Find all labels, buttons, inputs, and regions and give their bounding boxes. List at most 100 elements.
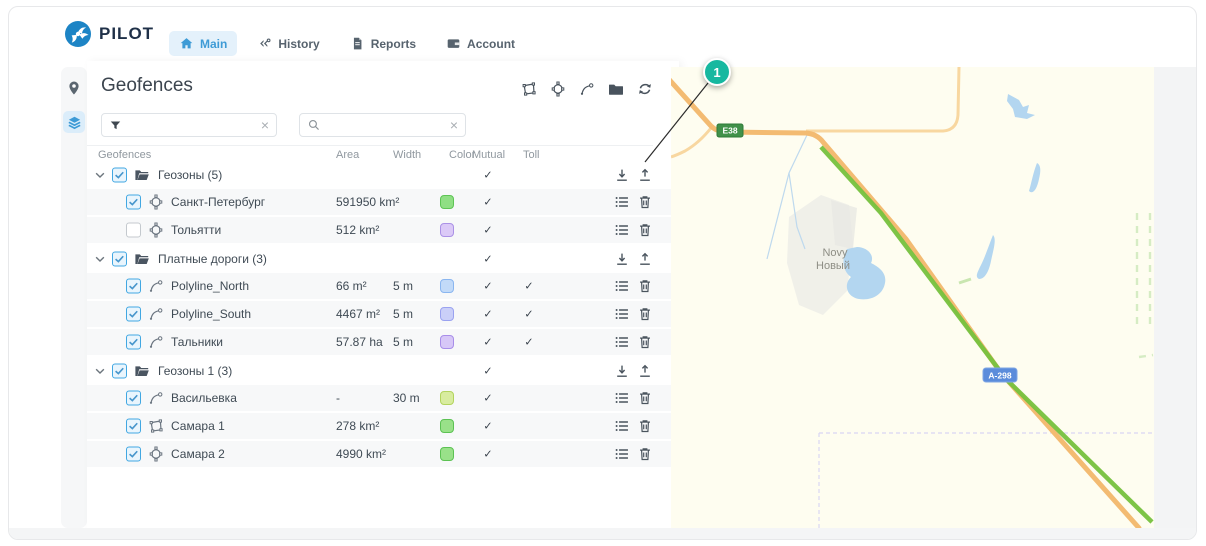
delete-button[interactable] [637,222,653,238]
geofence-row[interactable]: Polyline_North 66 m² 5 m ✓ ✓ [87,273,679,301]
group-row[interactable]: Геозоны 1 (3) ✓ [87,357,679,385]
search-clear-icon[interactable]: × [450,118,458,132]
geofence-row[interactable]: Тольятти 512 km² ✓ [87,217,679,245]
map-area[interactable]: E38 A-298 Novy Новый [671,67,1154,528]
row-checkbox[interactable] [126,390,141,406]
mutual-check: ✓ [483,308,493,321]
properties-button[interactable] [614,194,630,210]
trash-icon [637,390,653,406]
geofence-row[interactable]: Васильевка - 30 m ✓ [87,385,679,413]
draw-circle-button[interactable] [550,81,566,97]
geofence-row[interactable]: Polyline_South 4467 m² 5 m ✓ ✓ [87,301,679,329]
delete-button[interactable] [637,390,653,406]
color-swatch[interactable] [440,307,454,321]
row-checkbox[interactable] [112,167,127,183]
geofence-row[interactable]: Санкт-Петербург 591950 km² ✓ [87,189,679,217]
color-swatch[interactable] [440,279,454,293]
row-actions [614,167,653,183]
search-input[interactable] [327,117,444,133]
tab-history[interactable]: History [247,31,329,56]
tab-account[interactable]: Account [436,31,525,56]
geofence-name: Васильевка [171,391,237,405]
color-swatch[interactable] [440,419,454,433]
folder-open-icon [134,251,150,267]
delete-button[interactable] [637,418,653,434]
row-checkbox[interactable] [126,446,141,462]
filter-input[interactable] [128,117,255,133]
reports-icon [350,36,365,51]
color-swatch[interactable] [440,223,454,237]
mutual-check: ✓ [483,280,493,293]
geofence-area: 4467 m² [336,307,381,321]
row-actions [614,418,653,434]
tab-main[interactable]: Main [169,31,238,56]
map-pin-tool-button[interactable] [63,77,85,99]
col-toll: Toll [523,149,540,161]
row-checkbox[interactable] [126,334,141,350]
folder-open-icon [134,167,150,183]
map-green-dash [958,277,972,285]
chevron-down-icon[interactable] [93,364,107,378]
geofence-area: 512 km² [336,223,380,237]
color-swatch[interactable] [440,447,454,461]
delete-button[interactable] [637,278,653,294]
layers-tool-button[interactable] [63,111,85,133]
draw-polygon-icon [521,81,537,97]
import-button[interactable] [614,363,630,379]
row-checkbox[interactable] [126,306,141,322]
properties-button[interactable] [614,306,630,322]
mutual-check: ✓ [483,365,493,378]
checkmark-icon [127,196,140,209]
draw-polygon-button[interactable] [521,81,537,97]
properties-button[interactable] [614,278,630,294]
color-swatch[interactable] [440,335,454,349]
color-swatch[interactable] [440,195,454,209]
chevron-down-icon[interactable] [93,252,107,266]
mutual-check: ✓ [483,420,493,433]
export-button[interactable] [637,167,653,183]
upload-icon [637,251,653,267]
list-icon [614,306,630,322]
brand: PILOT [65,21,154,47]
row-checkbox[interactable] [126,278,141,294]
delete-button[interactable] [637,306,653,322]
geofence-row[interactable]: Самара 2 4990 km² ✓ [87,441,679,469]
properties-button[interactable] [614,446,630,462]
mutual-check: ✓ [483,392,493,405]
row-checkbox[interactable] [112,363,127,379]
mutual-check: ✓ [483,169,493,182]
refresh-button[interactable] [637,81,653,97]
delete-button[interactable] [637,446,653,462]
row-actions [614,251,653,267]
add-folder-button[interactable] [608,81,624,97]
geofence-area: 278 km² [336,419,380,433]
properties-button[interactable] [614,222,630,238]
export-button[interactable] [637,363,653,379]
chevron-down-icon[interactable] [93,168,107,182]
geofence-name: Санкт-Петербург [171,195,266,209]
export-button[interactable] [637,251,653,267]
properties-button[interactable] [614,390,630,406]
import-button[interactable] [614,251,630,267]
draw-polyline-button[interactable] [579,81,595,97]
tab-reports[interactable]: Reports [340,31,426,56]
delete-button[interactable] [637,334,653,350]
group-row[interactable]: Геозоны (5) ✓ [87,161,679,189]
properties-button[interactable] [614,418,630,434]
row-checkbox[interactable] [126,222,141,238]
group-row[interactable]: Платные дороги (3) ✓ [87,245,679,273]
row-checkbox[interactable] [126,418,141,434]
geofence-row[interactable]: Тальники 57.87 ha 5 m ✓ ✓ [87,329,679,357]
filter-clear-icon[interactable]: × [261,118,269,132]
import-button[interactable] [614,167,630,183]
geofence-area: - [336,391,340,405]
row-checkbox[interactable] [126,194,141,210]
map-builtup-area [831,200,857,249]
row-checkbox[interactable] [112,251,127,267]
geofence-row[interactable]: Самара 1 278 km² ✓ [87,413,679,441]
delete-button[interactable] [637,194,653,210]
properties-button[interactable] [614,334,630,350]
color-swatch[interactable] [440,391,454,405]
geofence-area: 57.87 ha [336,335,383,349]
checkmark-icon [127,448,140,461]
